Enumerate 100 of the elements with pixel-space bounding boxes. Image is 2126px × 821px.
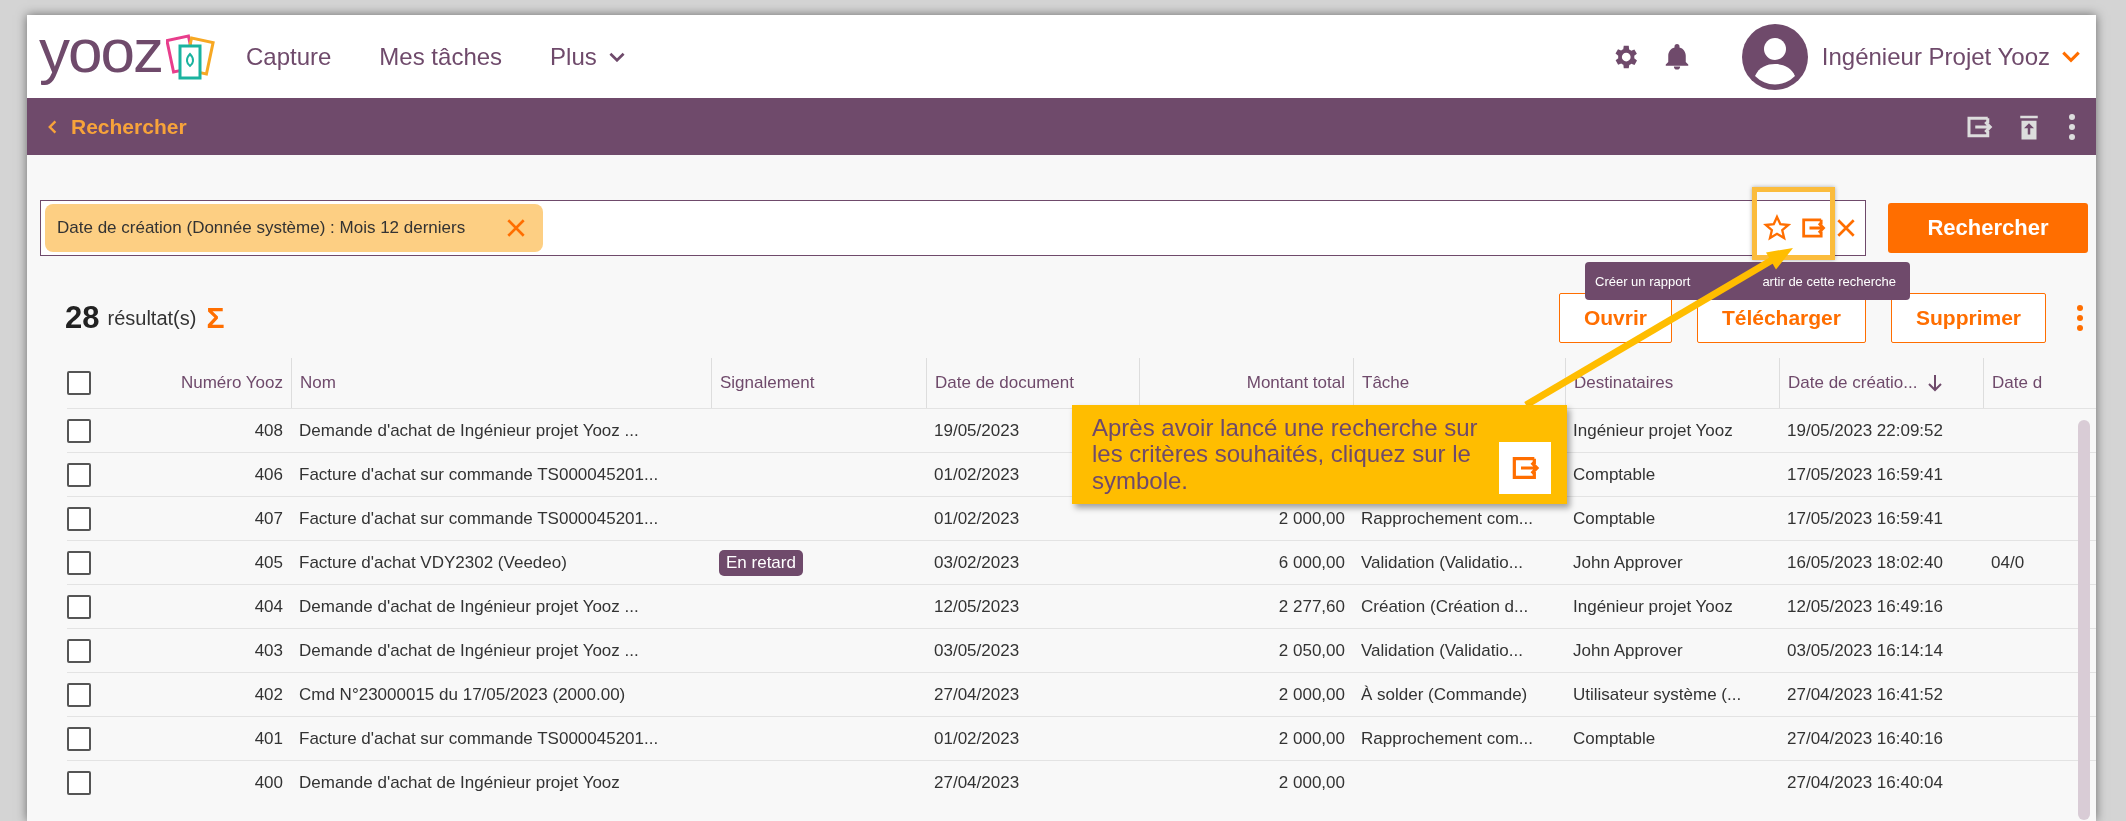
chip-label: Date de création (Donnée système) : Mois 12 derniers	[57, 218, 466, 238]
late-badge: En retard	[719, 549, 803, 576]
checkbox[interactable]	[67, 371, 91, 395]
table-cell: 12/05/2023 16:49:16	[1787, 596, 1943, 617]
user-avatar-icon[interactable]	[1741, 23, 1808, 90]
checkbox[interactable]	[67, 770, 91, 795]
table-cell: 400	[254, 772, 283, 793]
table-cell: Facture d'achat sur commande TS000045201...	[299, 464, 659, 485]
table-cell: Comptable	[1573, 508, 1656, 529]
tooltip-text: artir de cette recherche	[1762, 273, 1897, 289]
clear-icon[interactable]	[1835, 217, 1857, 239]
table-cell: Validation (Validatio...	[1361, 552, 1523, 573]
more-options-icon[interactable]	[2076, 304, 2084, 332]
table-cell: Ingénieur projet Yooz	[1573, 420, 1733, 441]
table-cell: John Approver	[1573, 640, 1683, 661]
search-field[interactable]: Date de création (Donnée système) : Mois 12 derniers	[40, 200, 1866, 256]
table-cell: 01/02/2023	[934, 464, 1020, 485]
scrollbar[interactable]	[2078, 420, 2090, 820]
table-cell: Demande d'achat de Ingénieur projet Yooz ...	[299, 596, 639, 617]
export-icon	[1499, 441, 1551, 494]
column-header[interactable]: Montant total	[1246, 373, 1345, 393]
table-cell: 01/02/2023	[934, 728, 1020, 749]
result-count: 28	[65, 300, 100, 336]
column-header[interactable]: Date de créatio...	[1788, 373, 1918, 393]
table-cell: Rapprochement com...	[1361, 508, 1533, 529]
table-cell: 03/02/2023	[934, 552, 1020, 573]
column-header[interactable]: Nom	[300, 373, 336, 393]
table-cell: 01/02/2023	[934, 508, 1020, 529]
column-header[interactable]: Date d	[1992, 373, 2043, 393]
column-header[interactable]: Date de document	[935, 373, 1074, 393]
table-cell: Ingénieur projet Yooz	[1573, 596, 1733, 617]
cards-logo-icon	[165, 31, 216, 82]
table-cell: 19/05/2023 22:09:52	[1787, 420, 1943, 441]
table-cell: 04/0	[1991, 552, 2025, 573]
chevron-down-icon	[608, 51, 625, 62]
table-cell: 03/05/2023	[934, 640, 1020, 661]
checkbox[interactable]	[67, 550, 91, 575]
table-cell: 2 000,00	[1278, 772, 1345, 793]
callout-text: Après avoir lancé une recherche sur les critères souhaités, cliquez sur le symbole.	[1092, 414, 1479, 495]
checkbox[interactable]	[67, 462, 91, 487]
column-header[interactable]: Numéro Yooz	[180, 373, 283, 393]
table-cell: Demande d'achat de Ingénieur projet Yooz ...	[299, 640, 639, 661]
table-cell: 27/04/2023	[934, 684, 1020, 705]
table-cell: 27/04/2023	[934, 772, 1020, 793]
table-cell: Cmd N°23000015 du 17/05/2023 (2000.00)	[299, 684, 626, 705]
table-cell: 2 277,60	[1278, 596, 1345, 617]
table-cell: 17/05/2023 16:59:41	[1787, 464, 1943, 485]
table-cell: Rapprochement com...	[1361, 728, 1533, 749]
table-cell: 2 000,00	[1278, 684, 1345, 705]
table-cell: 16/05/2023 18:02:40	[1787, 552, 1943, 573]
table-cell: 19/05/2023	[934, 420, 1020, 441]
table-cell: 03/05/2023 16:14:14	[1787, 640, 1943, 661]
table-cell: 6 000,00	[1278, 552, 1345, 573]
table-cell: Comptable	[1573, 464, 1656, 485]
table-cell: 2 000,00	[1278, 728, 1345, 749]
tooltip-text: Créer un rapport	[1595, 273, 1691, 289]
table-cell: Facture d'achat sur commande TS000045201...	[299, 728, 659, 749]
table-cell: 406	[254, 464, 283, 485]
column-header[interactable]: Tâche	[1362, 373, 1410, 393]
user-name[interactable]: Ingénieur Projet Yooz	[1821, 42, 2050, 71]
column-header[interactable]: Signalement	[720, 373, 815, 393]
sort-arrow-icon[interactable]	[1927, 374, 1944, 392]
table-cell: À solder (Commande)	[1361, 684, 1528, 705]
column-header[interactable]: Destinataires	[1574, 373, 1674, 393]
table-cell: 27/04/2023 16:40:04	[1787, 772, 1943, 793]
checkbox[interactable]	[67, 506, 91, 531]
checkbox[interactable]	[67, 418, 91, 443]
checkbox[interactable]	[67, 726, 91, 751]
nav-link[interactable]: Mes tâches	[379, 42, 503, 71]
nav-link[interactable]: Capture	[245, 42, 332, 71]
table-cell: 403	[254, 640, 283, 661]
table-cell: 27/04/2023 16:40:16	[1787, 728, 1943, 749]
table-cell: Comptable	[1573, 728, 1656, 749]
nav-menu[interactable]: Plus	[550, 42, 625, 71]
table-cell: Création (Création d...	[1361, 596, 1529, 617]
table-cell: 407	[254, 508, 283, 529]
table-cell: Utilisateur système (...	[1573, 684, 1742, 705]
table-cell: John Approver	[1573, 552, 1683, 573]
table-cell: 405	[254, 552, 283, 573]
table-cell: 17/05/2023 16:59:41	[1787, 508, 1943, 529]
checkbox[interactable]	[67, 682, 91, 707]
result-label: résultat(s)	[107, 306, 197, 330]
checkbox[interactable]	[67, 594, 91, 619]
table-cell: Facture d'achat VDY2302 (Veedeo)	[299, 552, 567, 573]
table-cell: 12/05/2023	[934, 596, 1020, 617]
table-cell: 401	[254, 728, 283, 749]
back-link[interactable]: Rechercher	[45, 114, 187, 139]
table-cell: Validation (Validatio...	[1361, 640, 1523, 661]
table-cell: Demande d'achat de Ingénieur projet Yooz	[299, 772, 620, 793]
table-cell: 2 050,00	[1278, 640, 1345, 661]
table-cell: Facture d'achat sur commande TS000045201...	[299, 508, 659, 529]
star-icon[interactable]	[1763, 214, 1791, 242]
table-cell: 402	[254, 684, 283, 705]
table-cell: 2 000,00	[1278, 508, 1345, 529]
checkbox[interactable]	[67, 638, 91, 663]
more-options-icon[interactable]	[2068, 112, 2076, 141]
table-cell: 408	[254, 420, 283, 441]
table-cell: Demande d'achat de Ingénieur projet Yooz ...	[299, 420, 639, 441]
table-cell: 404	[254, 596, 283, 617]
table-cell: 27/04/2023 16:41:52	[1787, 684, 1943, 705]
